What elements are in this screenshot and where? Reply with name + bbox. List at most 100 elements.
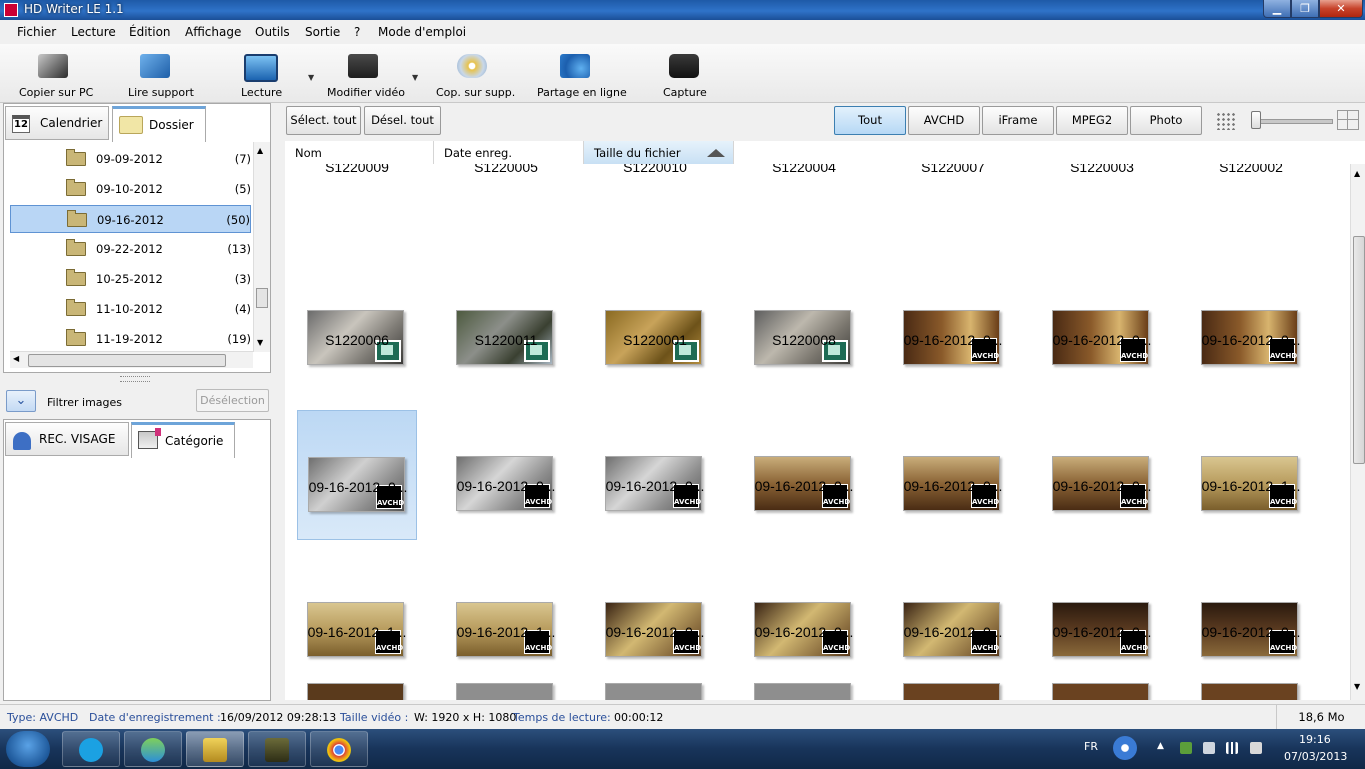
filter-avchd-button[interactable]: AVCHD xyxy=(908,106,980,135)
signal-icon[interactable] xyxy=(1226,742,1238,754)
large-thumbnails-icon[interactable] xyxy=(1337,110,1359,130)
show-hidden-icons-icon[interactable]: ▲ xyxy=(1157,741,1164,751)
column-file-size[interactable]: Taille du fichier xyxy=(584,141,734,164)
clock-date[interactable]: 07/03/2013 xyxy=(1284,750,1347,763)
tab-calendar[interactable]: 12 Calendrier xyxy=(5,106,109,140)
edit-video-button[interactable]: Modifier vidéo ▼ xyxy=(322,48,418,100)
thumbnail-tile[interactable]: AVCHD 09-16-2012_0... xyxy=(893,556,1013,686)
filter-mpeg2-button[interactable]: MPEG2 xyxy=(1056,106,1128,135)
thumbnail-tile[interactable]: AVCHD 09-16-2012_0... xyxy=(744,410,864,540)
folder-row[interactable]: 11-10-2012 (4) xyxy=(10,295,251,323)
folder-row[interactable]: 09-10-2012 (5) xyxy=(10,175,251,203)
thumbnail-image-partial[interactable] xyxy=(1052,683,1149,700)
folder-horizontal-scrollbar[interactable]: ◀ xyxy=(10,351,253,368)
tab-face-recognition[interactable]: REC. VISAGE xyxy=(5,422,129,456)
taskbar-chrome[interactable] xyxy=(310,731,368,767)
folder-vertical-scrollbar[interactable]: ▲ ▼ xyxy=(253,142,270,352)
tile-name-cut[interactable]: S1220007 xyxy=(893,164,1013,175)
thumbnail-tile[interactable]: AVCHD 09-16-2012_0... xyxy=(1042,556,1162,686)
clock-time[interactable]: 19:16 xyxy=(1299,733,1331,746)
volume-muted-icon[interactable] xyxy=(1250,742,1262,754)
folder-row[interactable]: 11-19-2012 (19) xyxy=(10,325,251,353)
menu-help[interactable]: ? xyxy=(354,25,360,39)
scroll-up-icon[interactable]: ▲ xyxy=(1354,169,1360,178)
filter-toggle-button[interactable]: ⌄ xyxy=(6,390,36,412)
filter-iframe-button[interactable]: iFrame xyxy=(982,106,1054,135)
tile-name-cut[interactable]: S1220010 xyxy=(595,164,715,175)
tile-name-cut[interactable]: S1220002 xyxy=(1191,164,1311,175)
thumbnail-tile[interactable]: S1220001 xyxy=(595,264,715,394)
play-button[interactable]: Lecture ▼ xyxy=(230,48,314,100)
capture-button[interactable]: Capture xyxy=(656,48,716,100)
select-all-button[interactable]: Sélect. tout xyxy=(286,106,361,135)
content-vertical-scrollbar[interactable]: ▲ ▼ xyxy=(1350,164,1365,700)
share-online-button[interactable]: Partage en ligne xyxy=(532,48,627,100)
small-thumbnails-icon[interactable] xyxy=(1216,112,1236,130)
scroll-down-icon[interactable]: ▼ xyxy=(257,338,263,347)
scroll-left-icon[interactable]: ◀ xyxy=(13,354,19,363)
folder-row[interactable]: 10-25-2012 (3) xyxy=(10,265,251,293)
thumbnail-image-partial[interactable] xyxy=(456,683,553,700)
thumbnail-tile[interactable]: S1220006 xyxy=(297,264,417,394)
start-button[interactable] xyxy=(6,731,50,767)
taskbar-hd-app[interactable] xyxy=(248,731,306,767)
tile-name-cut[interactable]: S1220003 xyxy=(1042,164,1162,175)
tile-name-cut[interactable]: S1220005 xyxy=(446,164,566,175)
thumbnail-tile[interactable]: AVCHD 09-16-2012_0... xyxy=(1042,410,1162,540)
help-icon[interactable] xyxy=(1113,736,1137,760)
thumbnail-size-slider[interactable] xyxy=(1251,119,1333,124)
filter-all-button[interactable]: Tout xyxy=(834,106,906,135)
thumbnail-tile[interactable]: AVCHD 09-16-2012_0... xyxy=(893,410,1013,540)
thumbnail-tile[interactable]: AVCHD 09-16-2012_0... xyxy=(893,264,1013,394)
thumbnail-image-partial[interactable] xyxy=(307,683,404,700)
slider-thumb[interactable] xyxy=(1251,111,1261,129)
thumbnail-image-partial[interactable] xyxy=(1201,683,1298,700)
deselect-all-button[interactable]: Désel. tout xyxy=(364,106,441,135)
thumbnail-image-partial[interactable] xyxy=(605,683,702,700)
device-icon[interactable] xyxy=(1203,742,1215,754)
thumbnail-image-partial[interactable] xyxy=(754,683,851,700)
folder-row-selected[interactable]: 09-16-2012 (50) xyxy=(10,205,251,233)
tab-category[interactable]: Catégorie xyxy=(131,422,235,458)
tab-folder[interactable]: Dossier xyxy=(112,106,206,142)
menu-sortie[interactable]: Sortie xyxy=(305,25,340,39)
copy-to-pc-button[interactable]: Copier sur PC xyxy=(12,48,98,100)
menu-edition[interactable]: Édition xyxy=(129,25,171,39)
deselect-filter-button[interactable]: Désélection xyxy=(196,389,269,412)
thumbnail-tile[interactable]: AVCHD 09-16-2012_1... xyxy=(1191,410,1311,540)
menu-user-guide[interactable]: Mode d'emploi xyxy=(378,25,466,39)
thumbnail-tile-selected[interactable]: AVCHD 09-16-2012_0... xyxy=(297,410,417,540)
scroll-thumb[interactable] xyxy=(28,354,226,367)
taskbar-messenger[interactable] xyxy=(124,731,182,767)
copy-media-button[interactable]: Cop. sur supp. xyxy=(432,48,515,100)
thumbnail-tile[interactable]: S1220008 xyxy=(744,264,864,394)
thumbnail-tile[interactable]: AVCHD 09-16-2012_0... xyxy=(1191,556,1311,686)
menu-outils[interactable]: Outils xyxy=(255,25,290,39)
thumbnail-tile[interactable]: AVCHD 09-16-2012_0... xyxy=(446,410,566,540)
thumbnail-tile[interactable]: AVCHD 09-16-2012_0... xyxy=(744,556,864,686)
menu-affichage[interactable]: Affichage xyxy=(185,25,241,39)
thumbnail-tile[interactable]: AVCHD 09-16-2012_0... xyxy=(1042,264,1162,394)
folder-row[interactable]: 09-09-2012 (7) xyxy=(10,145,251,173)
column-date[interactable]: Date enreg. xyxy=(434,141,584,164)
folder-row[interactable]: 09-22-2012 (13) xyxy=(10,235,251,263)
minimize-button[interactable]: ▁ xyxy=(1263,0,1291,18)
menu-lecture[interactable]: Lecture xyxy=(71,25,116,39)
menu-fichier[interactable]: Fichier xyxy=(17,25,56,39)
panel-splitter[interactable] xyxy=(120,376,150,382)
thumbnail-tile[interactable]: AVCHD 09-16-2012_1... xyxy=(446,556,566,686)
tile-name-cut[interactable]: S1220009 xyxy=(297,164,417,175)
thumbnail-tile[interactable]: AVCHD 09-16-2012_1... xyxy=(297,556,417,686)
column-name[interactable]: Nom xyxy=(285,141,434,164)
play-dropdown-icon[interactable]: ▼ xyxy=(308,73,314,82)
maximize-button[interactable]: ❐ xyxy=(1291,0,1319,18)
thumbnail-tile[interactable]: AVCHD 09-16-2012_0... xyxy=(595,556,715,686)
language-indicator[interactable]: FR xyxy=(1084,740,1098,753)
taskbar-skype[interactable] xyxy=(62,731,120,767)
thumbnail-tile[interactable]: AVCHD 09-16-2012_0... xyxy=(1191,264,1311,394)
scroll-thumb[interactable] xyxy=(256,288,268,308)
tile-name-cut[interactable]: S1220004 xyxy=(744,164,864,175)
thumbnail-tile[interactable]: AVCHD 09-16-2012_0... xyxy=(595,410,715,540)
thumbnail-tile[interactable]: S1220011 xyxy=(446,264,566,394)
filter-photo-button[interactable]: Photo xyxy=(1130,106,1202,135)
